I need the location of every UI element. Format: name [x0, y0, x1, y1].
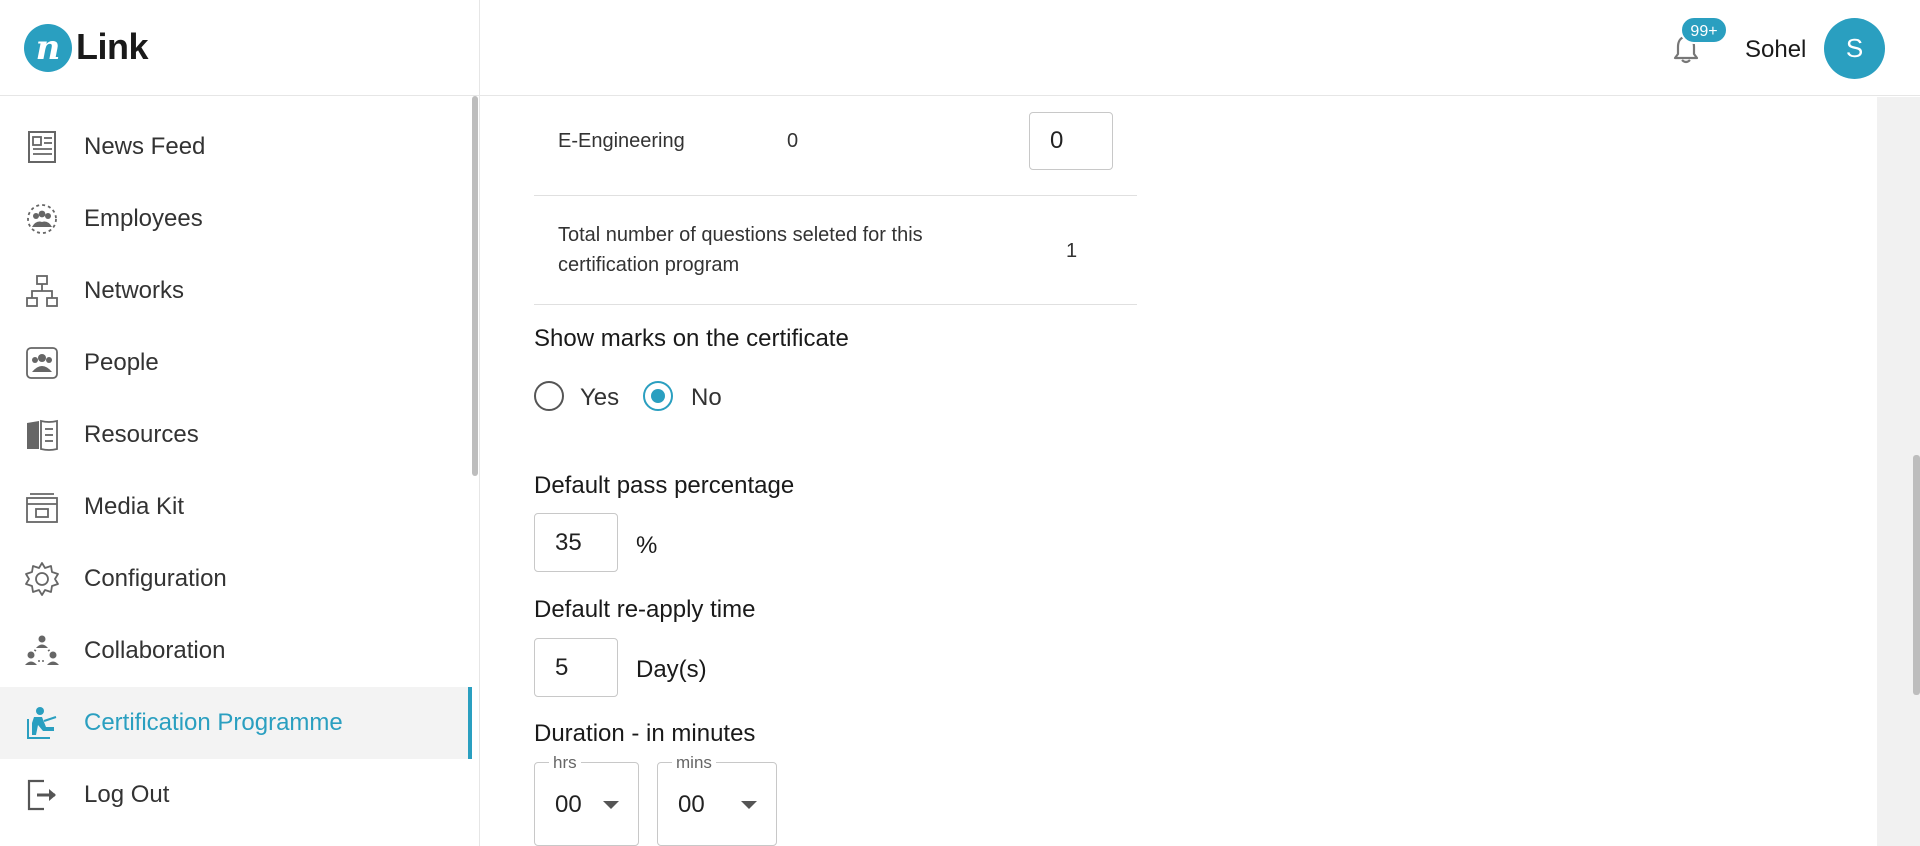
row-divider: [534, 195, 1137, 196]
minutes-select-value: 00: [678, 791, 705, 818]
sidebar-item-label: Resources: [84, 421, 199, 448]
minutes-select[interactable]: mins 00: [657, 753, 777, 846]
sidebar-item-resources[interactable]: Resources: [0, 399, 472, 471]
employees-icon: [27, 204, 57, 234]
notification-badge[interactable]: 99+: [1680, 16, 1728, 44]
radio-no[interactable]: [643, 381, 673, 411]
networks-icon: [26, 275, 58, 307]
days-unit: Day(s): [636, 656, 707, 683]
pass-percentage-input[interactable]: 35: [534, 513, 618, 572]
sidebar-scrollbar[interactable]: [472, 96, 478, 476]
sidebar: News Feed Employees Networks People Reso…: [0, 96, 480, 846]
resources-icon: [27, 419, 58, 451]
sidebar-item-label: Employees: [84, 205, 203, 232]
chevron-down-icon: [741, 801, 757, 809]
show-marks-title: Show marks on the certificate: [534, 325, 849, 352]
sidebar-item-people[interactable]: People: [0, 327, 472, 399]
top-header: n Link 99+ Sohel S: [0, 0, 1920, 96]
percent-unit: %: [636, 532, 658, 559]
logo-text[interactable]: Link: [76, 26, 149, 68]
sidebar-item-label: People: [84, 349, 159, 376]
sidebar-item-label: Certification Programme: [84, 709, 343, 736]
logo-icon[interactable]: n: [24, 24, 72, 72]
sidebar-item-label: News Feed: [84, 133, 206, 160]
logout-icon: [27, 779, 56, 811]
sidebar-item-label: Networks: [84, 277, 185, 304]
radio-yes-label[interactable]: Yes: [580, 384, 619, 412]
category-name: E-Engineering: [558, 130, 685, 152]
sidebar-item-certification-programme[interactable]: Certification Programme: [0, 687, 472, 759]
pass-percentage-title: Default pass percentage: [534, 472, 795, 499]
sidebar-item-media-kit[interactable]: Media Kit: [0, 471, 472, 543]
avatar[interactable]: S: [1824, 18, 1885, 79]
chevron-down-icon: [603, 801, 619, 809]
total-questions-value: 1: [1066, 240, 1078, 262]
page-scrollbar[interactable]: [1913, 455, 1920, 695]
certification-icon: [27, 707, 57, 739]
gear-icon: [25, 562, 59, 596]
hours-select-label: hrs: [549, 753, 581, 773]
logo-area: n Link: [0, 0, 480, 96]
user-name[interactable]: Sohel: [1745, 36, 1806, 64]
sidebar-item-employees[interactable]: Employees: [0, 183, 472, 255]
sidebar-item-label: Collaboration: [84, 637, 226, 664]
available-count: 0: [787, 130, 799, 152]
collaboration-icon: [25, 635, 59, 665]
news-feed-icon: [28, 131, 56, 163]
reapply-input[interactable]: 5: [534, 638, 618, 697]
minutes-select-label: mins: [672, 753, 716, 773]
people-icon: [26, 347, 58, 379]
sidebar-item-label: Log Out: [84, 781, 170, 808]
media-kit-icon: [26, 493, 58, 523]
selected-count-input[interactable]: 0: [1029, 112, 1113, 170]
duration-title: Duration - in minutes: [534, 720, 756, 747]
total-questions-label: Total number of questions seleted for th…: [558, 224, 923, 246]
hours-select-value: 00: [555, 791, 582, 818]
sidebar-item-news-feed[interactable]: News Feed: [0, 111, 472, 183]
hours-select[interactable]: hrs 00: [534, 753, 639, 846]
total-questions-label-cont: certification program: [558, 254, 740, 276]
sidebar-item-collaboration[interactable]: Collaboration: [0, 615, 472, 687]
sidebar-item-configuration[interactable]: Configuration: [0, 543, 472, 615]
sidebar-item-log-out[interactable]: Log Out: [0, 759, 472, 831]
reapply-title: Default re-apply time: [534, 596, 756, 623]
radio-no-label[interactable]: No: [691, 384, 722, 412]
row-divider: [534, 304, 1137, 305]
sidebar-item-label: Media Kit: [84, 493, 185, 520]
sidebar-item-networks[interactable]: Networks: [0, 255, 472, 327]
radio-yes[interactable]: [534, 381, 564, 411]
sidebar-item-label: Configuration: [84, 565, 227, 592]
